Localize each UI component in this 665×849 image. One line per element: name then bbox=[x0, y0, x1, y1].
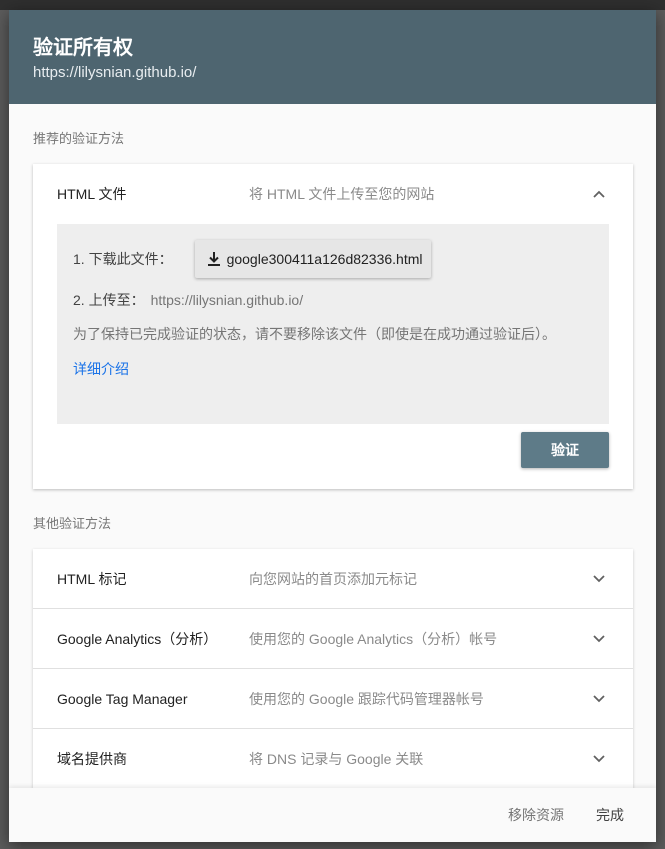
download-step-label: 1. 下载此文件： bbox=[73, 251, 173, 267]
method-name: HTML 文件 bbox=[57, 186, 127, 202]
method-name: Google Analytics（分析） bbox=[57, 630, 218, 647]
method-description: 向您网站的首页添加元标记 bbox=[249, 570, 417, 587]
method-domain-provider[interactable]: 域名提供商 将 DNS 记录与 Google 关联 bbox=[33, 729, 633, 789]
html-file-instructions: 1. 下载此文件： google300411a126d82336.html 2.… bbox=[57, 224, 609, 424]
remove-property-button[interactable]: 移除资源 bbox=[508, 805, 564, 825]
learn-more-link[interactable]: 详细介绍 bbox=[73, 359, 129, 379]
dialog-footer: 移除资源 完成 bbox=[9, 788, 656, 842]
dialog-header: 验证所有权 https://lilysnian.github.io/ bbox=[9, 10, 656, 104]
method-description: 将 HTML 文件上传至您的网站 bbox=[249, 186, 435, 202]
other-methods-section-label: 其他验证方法 bbox=[33, 516, 112, 531]
method-description: 使用您的 Google 跟踪代码管理器帐号 bbox=[249, 690, 484, 707]
chevron-up-icon[interactable] bbox=[593, 188, 605, 200]
verify-ownership-dialog: 验证所有权 https://lilysnian.github.io/ 推荐的验证… bbox=[9, 10, 656, 842]
html-file-method-header[interactable]: HTML 文件 将 HTML 文件上传至您的网站 bbox=[33, 164, 633, 224]
download-file-button[interactable]: google300411a126d82336.html bbox=[194, 240, 431, 278]
method-html-tag[interactable]: HTML 标记 向您网站的首页添加元标记 bbox=[33, 549, 633, 609]
other-methods-list: HTML 标记 向您网站的首页添加元标记 Google Analytics（分析… bbox=[33, 549, 633, 789]
recommended-section-label: 推荐的验证方法 bbox=[33, 131, 125, 146]
html-file-method-card: HTML 文件 将 HTML 文件上传至您的网站 1. 下载此文件： googl… bbox=[33, 164, 633, 489]
chevron-down-icon[interactable] bbox=[593, 633, 605, 645]
method-description: 使用您的 Google Analytics（分析）帐号 bbox=[249, 630, 498, 647]
method-name: Google Tag Manager bbox=[57, 690, 188, 707]
upload-step-label: 2. 上传至： bbox=[73, 292, 145, 308]
download-icon bbox=[207, 252, 220, 266]
chevron-down-icon[interactable] bbox=[593, 693, 605, 705]
backdrop bbox=[0, 0, 665, 10]
property-url: https://lilysnian.github.io/ bbox=[33, 64, 197, 81]
download-file-name: google300411a126d82336.html bbox=[226, 251, 423, 267]
method-name: HTML 标记 bbox=[57, 570, 127, 587]
method-google-tag-manager[interactable]: Google Tag Manager 使用您的 Google 跟踪代码管理器帐号 bbox=[33, 669, 633, 729]
chevron-down-icon[interactable] bbox=[593, 573, 605, 585]
verify-button[interactable]: 验证 bbox=[521, 432, 609, 468]
download-step: 1. 下载此文件： google300411a126d82336.html bbox=[73, 240, 593, 278]
chevron-down-icon[interactable] bbox=[593, 753, 605, 765]
method-name: 域名提供商 bbox=[57, 750, 127, 767]
done-button[interactable]: 完成 bbox=[596, 805, 624, 825]
upload-step: 2. 上传至： https://lilysnian.github.io/ bbox=[73, 290, 593, 310]
method-description: 将 DNS 记录与 Google 关联 bbox=[249, 750, 424, 767]
keep-file-note: 为了保持已完成验证的状态，请不要移除该文件（即使是在成功通过验证后）。 bbox=[73, 326, 556, 342]
upload-target-url: https://lilysnian.github.io/ bbox=[150, 292, 304, 308]
dialog-title: 验证所有权 bbox=[33, 37, 133, 59]
method-google-analytics[interactable]: Google Analytics（分析） 使用您的 Google Analyti… bbox=[33, 609, 633, 669]
